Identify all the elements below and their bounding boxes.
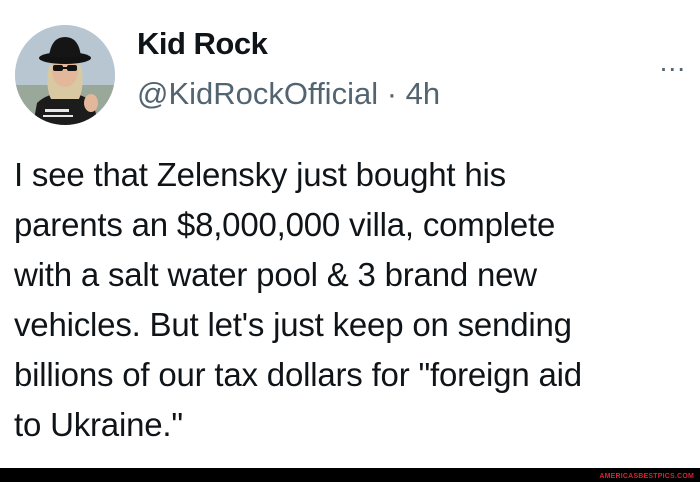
author-handle[interactable]: @KidRockOfficial — [137, 76, 378, 111]
more-options-icon[interactable]: ... — [660, 48, 686, 76]
watermark-text: AMERICASBESTPICS.COM — [599, 473, 694, 480]
avatar[interactable] — [15, 25, 115, 125]
meta-separator: · — [386, 76, 398, 111]
watermark-bar: AMERICASBESTPICS.COM — [0, 468, 700, 482]
tweet-card: Kid Rock @KidRockOfficial · 4h ... I see… — [0, 0, 700, 482]
tweet-text: I see that Zelensky just bought his pare… — [14, 156, 582, 443]
avatar-image — [15, 25, 115, 125]
author-meta: @KidRockOfficial · 4h — [137, 76, 440, 112]
author-display-name[interactable]: Kid Rock — [137, 26, 268, 62]
tweet-timestamp[interactable]: 4h — [406, 76, 440, 111]
